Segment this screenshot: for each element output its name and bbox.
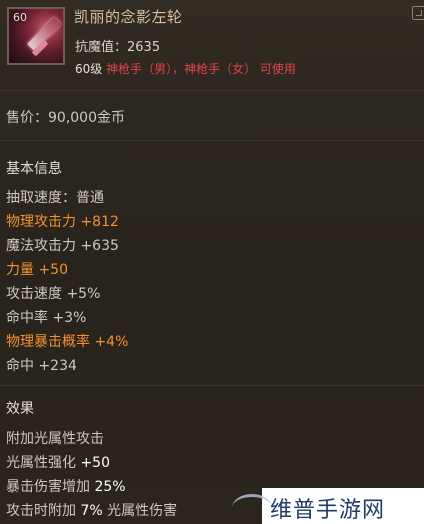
divider <box>0 385 424 386</box>
level-badge: 60 <box>13 11 27 24</box>
item-tooltip: 60 凯丽的念影左轮 抗魔值：2635 60级 神枪手（男），神枪手（女） 可使… <box>0 0 424 524</box>
sell-price: 售价：90,000金币 <box>6 110 125 126</box>
stat-line: 魔法攻击力 +635 <box>6 238 119 254</box>
effect-line: 攻击时附加 7% 光属性伤害 <box>6 503 178 519</box>
effect-line: 附加光属性攻击 <box>6 431 104 447</box>
stat-line: 抽取速度：普通 <box>6 190 104 206</box>
basic-info-heading: 基本信息 <box>6 161 62 177</box>
req-level: 60级 <box>75 62 103 76</box>
weapon-icon: 60 <box>7 7 65 65</box>
tooltip-header: 60 凯丽的念影左轮 抗魔值：2635 60级 神枪手（男），神枪手（女） 可使… <box>0 0 424 91</box>
stat-line: 攻击速度 +5% <box>6 286 101 302</box>
stat-line: 命中率 +3% <box>6 310 87 326</box>
req-classes: 神枪手（男），神枪手（女） 可使用 <box>106 62 296 76</box>
stat-line: 物理攻击力 +812 <box>6 214 119 230</box>
expand-icon[interactable] <box>412 6 424 20</box>
stat-line: 命中 +234 <box>6 358 77 374</box>
resist-value: 抗魔值：2635 <box>75 40 161 55</box>
effects-heading: 效果 <box>6 401 34 417</box>
divider <box>0 140 424 141</box>
requirement: 60级 神枪手（男），神枪手（女） 可使用 <box>75 60 296 77</box>
effect-line: 光属性强化 +50 <box>6 455 110 471</box>
stat-line: 力量 +50 <box>6 262 68 278</box>
effect-line: 暴击伤害增加 25% <box>6 479 126 495</box>
item-name: 凯丽的念影左轮 <box>74 8 183 26</box>
stat-line: 物理暴击概率 +4% <box>6 334 129 350</box>
watermark: 维普手游网 <box>232 488 424 524</box>
watermark-text: 维普手游网 <box>270 498 386 523</box>
